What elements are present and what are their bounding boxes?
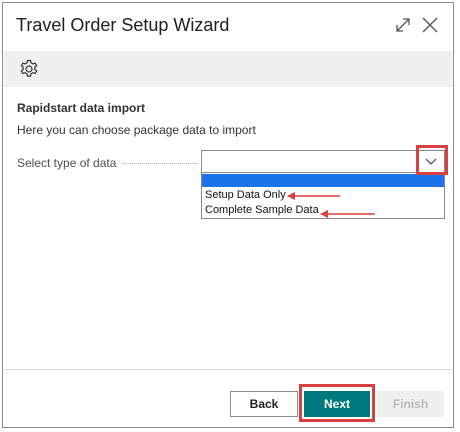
close-icon[interactable]: [420, 15, 440, 35]
data-type-select[interactable]: [201, 150, 445, 173]
expand-icon[interactable]: [393, 15, 413, 35]
gear-icon[interactable]: [18, 58, 40, 80]
action-bar: [4, 51, 452, 87]
field-label: Select type of data: [17, 156, 117, 170]
finish-button: Finish: [377, 391, 444, 417]
footer-divider: [4, 369, 452, 370]
section-title: Rapidstart data import: [17, 101, 146, 115]
title-bar: Travel Order Setup Wizard: [3, 3, 453, 47]
dropdown-list: Setup Data Only Complete Sample Data: [201, 172, 445, 219]
chevron-down-icon[interactable]: [419, 151, 443, 172]
dialog-title: Travel Order Setup Wizard: [16, 15, 230, 35]
label-leader-dots: [123, 163, 197, 164]
dropdown-option-setup-data-only[interactable]: Setup Data Only: [202, 188, 444, 202]
dropdown-option-complete-sample-data[interactable]: Complete Sample Data: [202, 203, 444, 217]
dialog-window: Travel Order Setup Wizard Rapidstart dat…: [2, 2, 454, 428]
next-button[interactable]: Next: [304, 391, 370, 417]
back-button[interactable]: Back: [230, 391, 298, 417]
dropdown-option-blank[interactable]: [202, 174, 444, 187]
instruction-text: Here you can choose package data to impo…: [17, 123, 256, 137]
